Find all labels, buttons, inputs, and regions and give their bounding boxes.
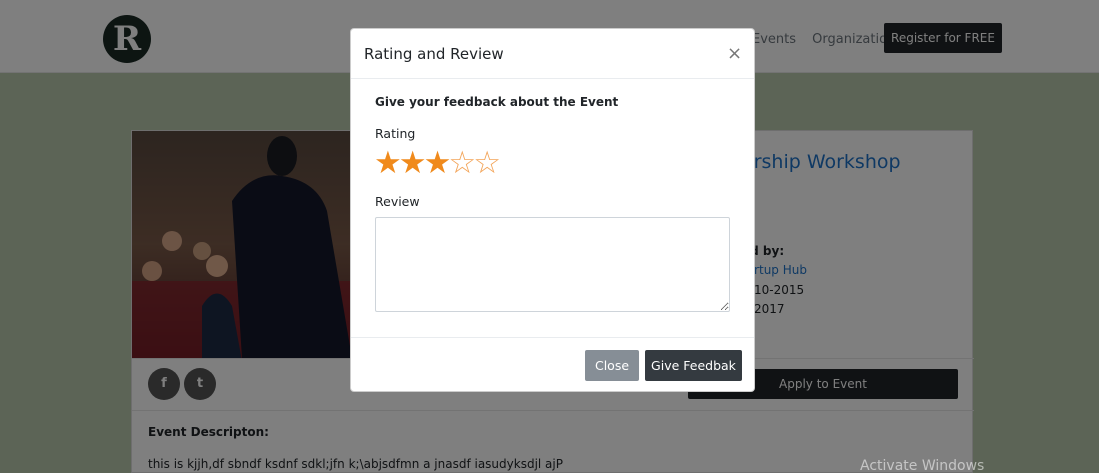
review-textarea[interactable]	[375, 217, 730, 312]
modal-footer: Close Give Feedbak	[351, 337, 754, 391]
star-rating[interactable]: ★★★☆☆	[374, 145, 501, 181]
star-filled-icon[interactable]: ★	[399, 145, 427, 181]
star-empty-icon[interactable]: ☆	[473, 145, 501, 181]
close-icon[interactable]: ×	[727, 43, 742, 64]
rating-label: Rating	[375, 126, 416, 141]
review-label: Review	[375, 194, 420, 209]
activate-windows-watermark: Activate Windows	[860, 458, 985, 473]
give-feedback-button[interactable]: Give Feedbak	[645, 350, 742, 381]
close-button[interactable]: Close	[585, 350, 639, 381]
modal-header: Rating and Review ×	[351, 29, 754, 79]
rating-review-modal: Rating and Review × Give your feedback a…	[350, 28, 755, 392]
feedback-heading: Give your feedback about the Event	[375, 95, 619, 109]
modal-body: Give your feedback about the Event Ratin…	[351, 79, 754, 337]
star-filled-icon[interactable]: ★	[424, 145, 452, 181]
star-empty-icon[interactable]: ☆	[448, 145, 476, 181]
star-filled-icon[interactable]: ★	[374, 145, 402, 181]
modal-title: Rating and Review	[364, 45, 504, 63]
